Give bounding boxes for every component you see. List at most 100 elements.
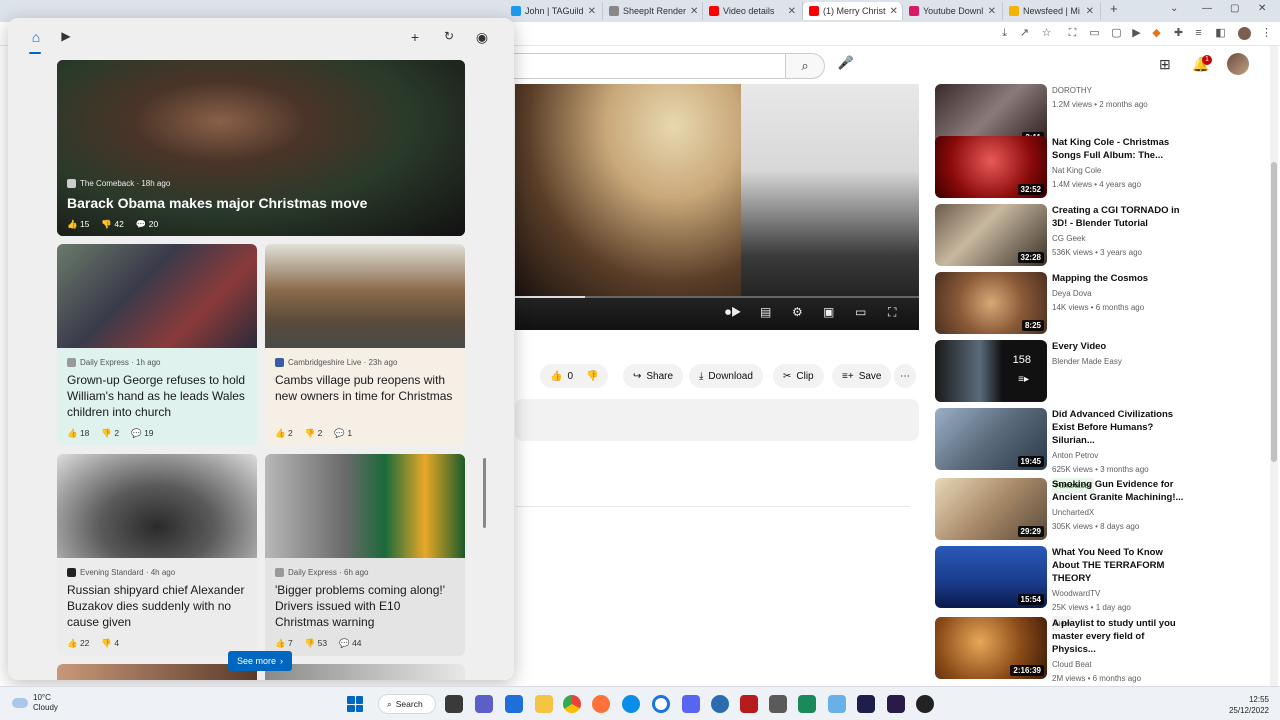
refresh-icon[interactable]: ↻: [441, 29, 457, 43]
profile-avatar[interactable]: [1238, 27, 1251, 40]
tab-merry-christmas[interactable]: (1) Merry Christ ✕: [803, 2, 903, 20]
add-widget-icon[interactable]: +: [407, 29, 423, 45]
video-thumbnail[interactable]: 2:16:39: [935, 617, 1047, 679]
news-card[interactable]: Evening Standard · 4h ago Russian shipya…: [57, 454, 257, 656]
close-window-icon[interactable]: ✕: [1258, 3, 1266, 14]
weather-widget[interactable]: 10°C Cloudy: [12, 693, 58, 713]
tab-youtube-downloader[interactable]: Youtube Downl ✕: [903, 2, 1003, 20]
app-icon[interactable]: [769, 695, 787, 713]
dislike-stat[interactable]: 👎 53: [305, 638, 327, 649]
notepad-icon[interactable]: [798, 695, 816, 713]
filezilla-icon[interactable]: [740, 695, 758, 713]
video-player[interactable]: ⏺▶ ▤ ⚙ ▣ ▭ ⛶: [515, 84, 919, 330]
tab-search-icon[interactable]: ⌄: [1170, 3, 1178, 14]
save-button[interactable]: ≡+ Save: [832, 364, 892, 388]
start-windows-icon[interactable]: [347, 696, 363, 712]
bookmark-star-icon[interactable]: ☆: [1040, 27, 1053, 40]
recommendation-item[interactable]: 32:28 Creating a CGI TORNADO in 3D! - Bl…: [935, 204, 1190, 266]
tab-video-details[interactable]: Video details ✕: [703, 2, 803, 20]
metamask-icon[interactable]: ◆: [1150, 27, 1163, 40]
close-tab-icon[interactable]: ✕: [890, 6, 898, 17]
discord-icon[interactable]: [682, 695, 700, 713]
taskbar-search-button[interactable]: ⌕ Search: [378, 694, 436, 714]
media-encoder-icon[interactable]: [887, 695, 905, 713]
search-icon[interactable]: ⌕: [785, 53, 825, 79]
avatar[interactable]: [1227, 53, 1249, 75]
recommendation-item[interactable]: 15:54 What You Need To Know About THE TE…: [935, 546, 1190, 631]
task-view-icon[interactable]: [445, 695, 463, 713]
comment-stat[interactable]: 💬 1: [334, 428, 352, 439]
close-tab-icon[interactable]: ✕: [988, 6, 996, 17]
extension-icon[interactable]: ▢: [1110, 27, 1123, 40]
firefox-icon[interactable]: [592, 695, 610, 713]
extension-icon[interactable]: ▶: [1130, 27, 1143, 40]
thumbs-down-icon[interactable]: 👎: [586, 371, 598, 382]
like-stat[interactable]: 👍 2: [275, 428, 293, 439]
tab-sheepit[interactable]: SheepIt Render ✕: [603, 2, 703, 20]
video-thumbnail[interactable]: 15:54: [935, 546, 1047, 608]
after-effects-icon[interactable]: [857, 695, 875, 713]
screenshot-icon[interactable]: ⛶: [1066, 27, 1079, 40]
app-icon[interactable]: [711, 695, 729, 713]
recommendation-item[interactable]: 8:25 Mapping the Cosmos Deya Dova 14K view…: [935, 272, 1190, 334]
dislike-stat[interactable]: 👎 2: [305, 428, 323, 439]
news-headline[interactable]: Grown-up George refuses to hold William'…: [67, 372, 249, 420]
dislike-stat[interactable]: 👎 42: [101, 219, 123, 230]
account-icon[interactable]: ◉: [474, 29, 490, 46]
app-icon[interactable]: [505, 695, 523, 713]
news-card[interactable]: [57, 664, 257, 680]
sidebar-icon[interactable]: ◧: [1214, 27, 1227, 40]
playlist-icon[interactable]: ≡: [1192, 27, 1205, 40]
close-tab-icon[interactable]: ✕: [1086, 6, 1094, 17]
recommendation-item[interactable]: 32:52 Nat King Cole - Christmas Songs Fu…: [935, 136, 1190, 198]
fullscreen-icon[interactable]: ⛶: [888, 305, 896, 320]
comment-stat[interactable]: 💬 20: [136, 219, 158, 230]
subtitles-icon[interactable]: ▤: [760, 305, 771, 319]
system-clock[interactable]: 12:55 25/12/2022: [1225, 694, 1269, 716]
edge-icon[interactable]: [622, 695, 640, 713]
news-card[interactable]: Daily Express · 1h ago Grown-up George r…: [57, 244, 257, 446]
share-icon[interactable]: ↗: [1018, 27, 1031, 40]
puzzle-icon[interactable]: ✚: [1172, 27, 1185, 40]
video-description-box[interactable]: [515, 399, 919, 441]
news-card[interactable]: The Comeback · 18h ago Barack Obama make…: [57, 60, 465, 236]
minimize-icon[interactable]: —: [1202, 3, 1212, 14]
tab-newsfeed[interactable]: Newsfeed | Mi ✕: [1003, 2, 1101, 20]
clip-button[interactable]: ✂ Clip: [773, 364, 824, 388]
home-icon[interactable]: ⌂: [28, 29, 44, 45]
news-card[interactable]: Cambridgeshire Live · 23h ago Cambs vill…: [265, 244, 465, 446]
video-thumbnail[interactable]: 29:29: [935, 478, 1047, 540]
video-progress-bar[interactable]: [515, 296, 919, 298]
playlist-thumbnail[interactable]: 158 ≡▸: [935, 340, 1047, 402]
video-thumbnail[interactable]: 19:45: [935, 408, 1047, 470]
close-tab-icon[interactable]: ✕: [588, 6, 596, 17]
like-stat[interactable]: 👍 22: [67, 638, 89, 649]
autoplay-toggle-icon[interactable]: ⏺▶: [725, 305, 742, 320]
recommendation-item[interactable]: 158 ≡▸ Every Video Blender Made Easy: [935, 340, 1190, 402]
create-icon[interactable]: ⊞: [1159, 56, 1171, 73]
close-tab-icon[interactable]: ✕: [690, 6, 698, 17]
file-explorer-icon[interactable]: [535, 695, 553, 713]
widgets-scrollbar[interactable]: [483, 458, 486, 528]
see-more-button[interactable]: See more ›: [228, 651, 292, 671]
browser-icon[interactable]: [652, 695, 670, 713]
theater-mode-icon[interactable]: ▭: [855, 305, 866, 319]
dislike-stat[interactable]: 👎 4: [101, 638, 119, 649]
photos-icon[interactable]: [828, 695, 846, 713]
comment-stat[interactable]: 💬 44: [339, 638, 361, 649]
comment-stat[interactable]: 💬 19: [131, 428, 153, 439]
download-button[interactable]: ⤓ Download: [689, 364, 763, 388]
news-headline[interactable]: Russian shipyard chief Alexander Buzakov…: [67, 582, 249, 630]
news-card[interactable]: Daily Express · 6h ago 'Bigger problems …: [265, 454, 465, 656]
dislike-stat[interactable]: 👎 2: [101, 428, 119, 439]
extension-icon[interactable]: ▭: [1088, 27, 1101, 40]
video-thumbnail[interactable]: 32:28: [935, 204, 1047, 266]
microphone-icon[interactable]: 🎤: [836, 55, 856, 75]
like-stat[interactable]: 👍 15: [67, 219, 89, 230]
recommendation-item[interactable]: 2:16:39 A playlist to study until you ma…: [935, 617, 1190, 683]
like-stat[interactable]: 👍 18: [67, 428, 89, 439]
video-icon[interactable]: ▶: [58, 29, 74, 43]
news-headline[interactable]: 'Bigger problems coming along!' Drivers …: [275, 582, 457, 630]
close-tab-icon[interactable]: ✕: [788, 6, 796, 17]
youtube-search-input[interactable]: [505, 53, 785, 79]
